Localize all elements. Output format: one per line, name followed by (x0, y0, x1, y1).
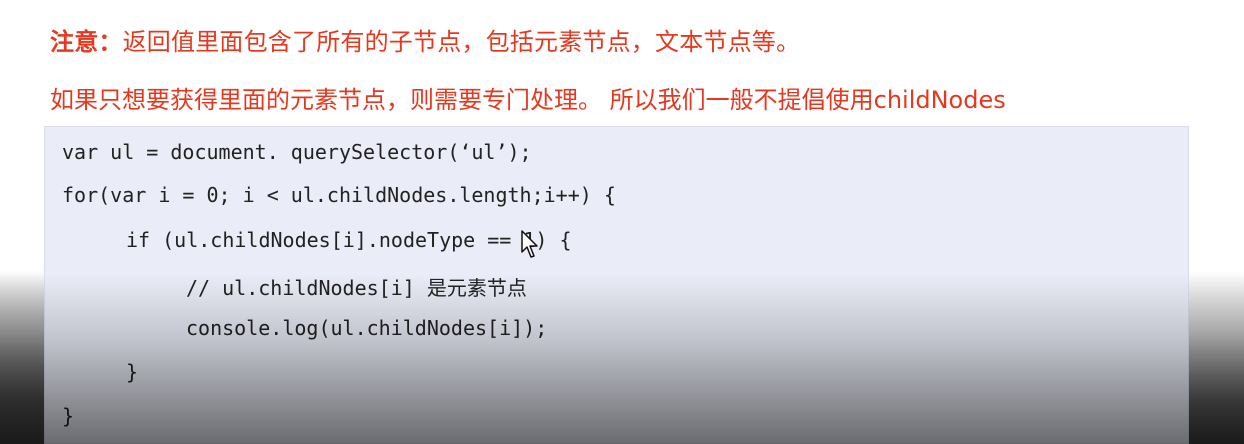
code-line-4: // ul.childNodes[i] 是元素节点 (186, 272, 527, 301)
code-comment: // ul.childNodes[i] (186, 276, 427, 300)
slide-background: 注意：返回值里面包含了所有的子节点，包括元素节点，文本节点等。 如果只想要获得里… (0, 0, 1244, 444)
childnodes-warning: 如果只想要获得里面的元素节点，则需要专门处理。 所以我们一般不提倡使用child… (50, 86, 1006, 114)
note-line: 注意：返回值里面包含了所有的子节点，包括元素节点，文本节点等。 (50, 22, 800, 57)
left-shadow (0, 270, 44, 444)
code-line-6: } (126, 360, 139, 384)
code-line-3: if (ul.childNodes[i].nodeType == 1) { (126, 228, 572, 252)
code-comment-cn: 是元素节点 (426, 276, 527, 300)
mouse-pointer-icon (521, 230, 538, 258)
code-line-1: var ul = document. querySelector(‘ul’); (62, 140, 532, 164)
code-line-2: for(var i = 0; i < ul.childNodes.length;… (62, 183, 616, 207)
code-block: var ul = document. querySelector(‘ul’); … (44, 126, 1189, 444)
note-text: 返回值里面包含了所有的子节点，包括元素节点，文本节点等。 (122, 28, 801, 56)
code-line-7: } (62, 404, 75, 428)
code-line-5: console.log(ul.childNodes[i]); (186, 316, 548, 340)
note-label: 注意： (50, 28, 123, 56)
